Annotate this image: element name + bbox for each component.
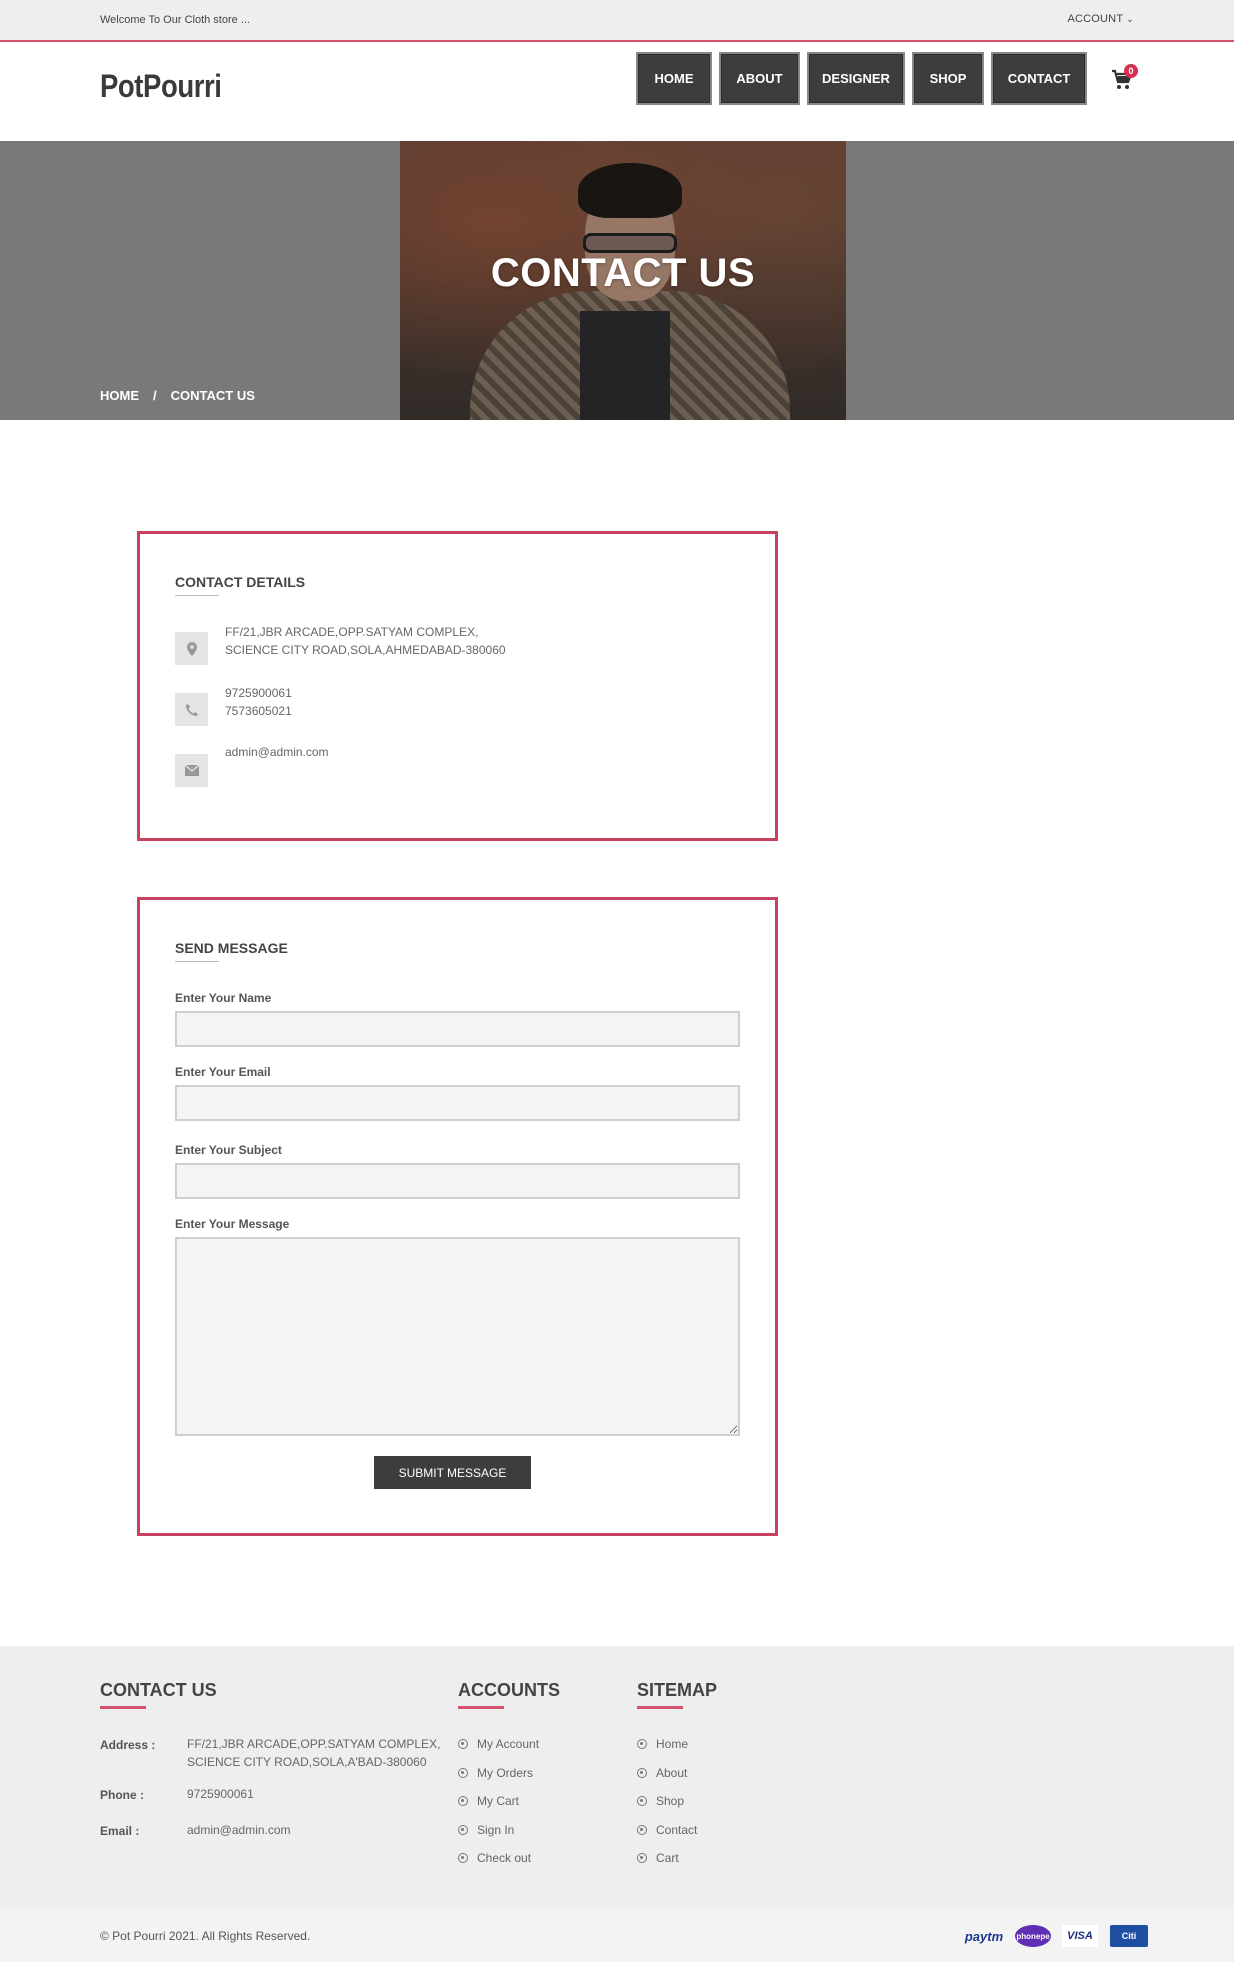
phone-icon [175,693,208,726]
visa-icon: VISA [1062,1925,1098,1947]
footer-link-label: Check out [477,1851,532,1865]
bullet-icon [637,1853,647,1863]
email-input[interactable] [175,1085,740,1121]
name-label: Enter Your Name [175,991,272,1005]
contact-email: admin@admin.com [225,745,329,759]
footer-link-home[interactable]: Home [637,1737,688,1751]
breadcrumb: HOME / CONTACT US [100,388,255,403]
footer-link-label: Home [656,1737,689,1751]
title-underline [175,961,219,962]
account-dropdown[interactable]: ACCOUNT ⌄ [1067,13,1134,25]
address-line-1: FF/21,JBR ARCADE,OPP.SATYAM COMPLEX, [225,625,479,639]
footer-link-label: About [656,1766,688,1780]
mail-icon [175,754,208,787]
footer-link-label: My Orders [477,1766,534,1780]
copyright-text: © Pot Pourri 2021. All Rights Reserved. [100,1929,311,1943]
citi-card-icon: Citi [1110,1925,1148,1947]
paytm-icon: paytm [964,1928,1004,1944]
footer-link-my-cart[interactable]: My Cart [458,1794,519,1808]
footer-link-sign-in[interactable]: Sign In [458,1823,514,1837]
footer-link-label: My Account [477,1737,540,1751]
site-header: PotPourri HOME ABOUT DESIGNER SHOP CONTA… [0,42,1234,141]
footer-link-check-out[interactable]: Check out [458,1851,531,1865]
contact-address: FF/21,JBR ARCADE,OPP.SATYAM COMPLEX, SCI… [225,623,506,659]
contact-details-box: CONTACT DETAILS FF/21,JBR ARCADE,OPP.SAT… [137,531,778,841]
footer-address: FF/21,JBR ARCADE,OPP.SATYAM COMPLEX, SCI… [187,1735,440,1771]
bottom-bar: © Pot Pourri 2021. All Rights Reserved. … [0,1908,1234,1962]
footer-sitemap-heading: SITEMAP [637,1680,718,1700]
bullet-icon [637,1825,647,1835]
breadcrumb-home[interactable]: HOME [100,388,139,403]
cart-count-badge: 0 [1124,64,1138,78]
subject-label: Enter Your Subject [175,1143,282,1157]
bullet-icon [458,1739,468,1749]
footer-phone: 9725900061 [187,1787,254,1801]
footer-accounts-heading: ACCOUNTS [458,1680,560,1700]
footer-email-label: Email : [100,1824,140,1838]
contact-phones: 9725900061 7573605021 [225,684,292,720]
top-bar: Welcome To Our Cloth store ... ACCOUNT ⌄ [0,0,1234,42]
bullet-icon [458,1825,468,1835]
heading-underline [458,1706,504,1709]
heading-underline [637,1706,683,1709]
footer-email: admin@admin.com [187,1823,291,1837]
site-footer: CONTACT US Address : FF/21,JBR ARCADE,OP… [0,1646,1234,1908]
footer-link-label: Shop [656,1794,685,1808]
subject-input[interactable] [175,1163,740,1199]
nav-home[interactable]: HOME [636,52,712,105]
breadcrumb-current: CONTACT US [170,388,255,403]
bullet-icon [637,1768,647,1778]
footer-address-line-2: SCIENCE CITY ROAD,SOLA,A'BAD-380060 [187,1755,427,1769]
breadcrumb-separator: / [153,388,157,403]
message-label: Enter Your Message [175,1217,290,1231]
footer-link-label: Cart [656,1851,679,1865]
footer-link-my-orders[interactable]: My Orders [458,1766,533,1780]
phonepe-icon: phonepe [1015,1925,1051,1947]
footer-link-label: Contact [656,1823,698,1837]
nav-designer[interactable]: DESIGNER [807,52,905,105]
welcome-text: Welcome To Our Cloth store ... [100,14,250,26]
contact-details-title: CONTACT DETAILS [175,574,306,590]
send-message-title: SEND MESSAGE [175,940,288,956]
chevron-down-icon: ⌄ [1126,14,1134,24]
message-textarea[interactable] [175,1237,740,1436]
location-pin-icon [175,632,208,665]
phone-2: 7573605021 [225,704,292,718]
footer-contact-heading: CONTACT US [100,1680,217,1700]
heading-underline [100,1706,146,1709]
main-nav: HOME ABOUT DESIGNER SHOP CONTACT [636,52,1087,105]
footer-link-label: My Cart [477,1794,519,1808]
name-input[interactable] [175,1011,740,1047]
bullet-icon [458,1796,468,1806]
footer-link-contact[interactable]: Contact [637,1823,697,1837]
nav-about[interactable]: ABOUT [719,52,800,105]
bullet-icon [637,1796,647,1806]
submit-message-button[interactable]: SUBMIT MESSAGE [374,1456,531,1489]
footer-link-about[interactable]: About [637,1766,687,1780]
send-message-box: SEND MESSAGE Enter Your Name Enter Your … [137,897,778,1536]
page-title: CONTACT US [490,251,756,295]
bullet-icon [458,1853,468,1863]
hero-banner: CONTACT US HOME / CONTACT US [0,141,1234,420]
footer-link-my-account[interactable]: My Account [458,1737,539,1751]
email-label: Enter Your Email [175,1065,271,1079]
bullet-icon [637,1739,647,1749]
footer-link-shop[interactable]: Shop [637,1794,684,1808]
footer-address-line-1: FF/21,JBR ARCADE,OPP.SATYAM COMPLEX, [187,1737,441,1751]
address-line-2: SCIENCE CITY ROAD,SOLA,AHMEDABAD-380060 [225,643,506,657]
account-label: ACCOUNT [1067,13,1124,25]
footer-link-cart[interactable]: Cart [637,1851,679,1865]
phonepe-label: phonepe [1016,1931,1050,1941]
footer-link-label: Sign In [477,1823,515,1837]
footer-phone-label: Phone : [100,1788,144,1802]
nav-contact[interactable]: CONTACT [991,52,1087,105]
phone-1: 9725900061 [225,686,292,700]
footer-address-label: Address : [100,1738,156,1752]
nav-shop[interactable]: SHOP [912,52,984,105]
bullet-icon [458,1768,468,1778]
site-logo[interactable]: PotPourri [100,68,222,105]
title-underline [175,595,219,596]
